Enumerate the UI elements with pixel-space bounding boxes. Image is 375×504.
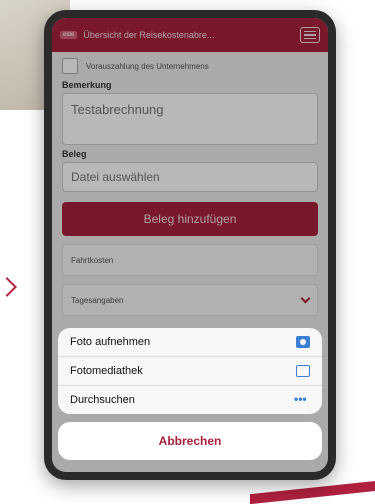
phone-screen: elde Übersicht der Reisekostenabre... Vo…: [52, 18, 328, 472]
action-browse[interactable]: Durchsuchen •••: [58, 386, 322, 414]
cancel-button[interactable]: Abbrechen: [58, 422, 322, 460]
action-label: Durchsuchen: [70, 394, 135, 406]
action-label: Fotomediathek: [70, 365, 143, 377]
background-accent-bar: [250, 481, 375, 504]
action-photo-library[interactable]: Fotomediathek: [58, 357, 322, 386]
chevron-right-icon: [0, 277, 17, 297]
action-sheet: Foto aufnehmen Fotomediathek Durchsuchen…: [58, 328, 322, 414]
phone-device: elde Übersicht der Reisekostenabre... Vo…: [44, 10, 336, 480]
more-icon: •••: [294, 392, 307, 406]
camera-icon: [296, 336, 310, 348]
action-label: Foto aufnehmen: [70, 336, 151, 348]
folder-icon: [296, 365, 310, 377]
action-take-photo[interactable]: Foto aufnehmen: [58, 328, 322, 357]
